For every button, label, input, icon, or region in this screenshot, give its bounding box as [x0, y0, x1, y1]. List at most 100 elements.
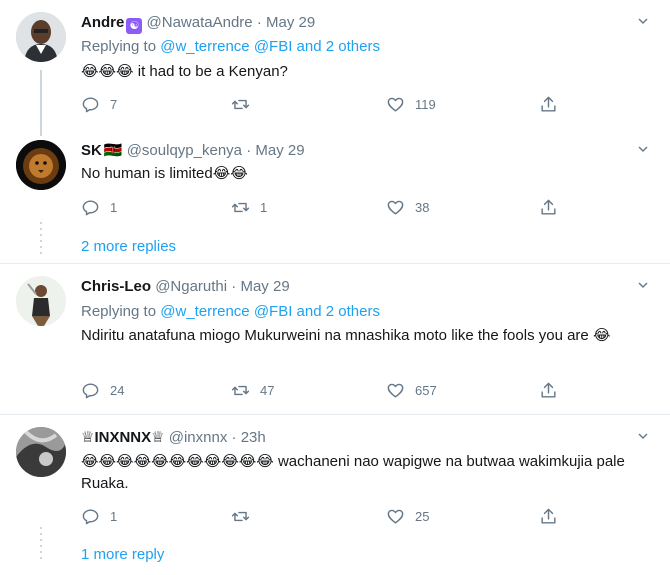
replying-targets-link[interactable]: @w_terrence @FBI and 2 others	[160, 38, 380, 55]
retweet-button[interactable]: 47	[231, 381, 274, 400]
tweet-body: No human is limited	[81, 165, 213, 182]
replying-targets-link[interactable]: @w_terrence @FBI and 2 others	[160, 303, 380, 320]
share-icon	[541, 199, 556, 215]
tweet[interactable]: SK 🇰🇪 @soulqyp_kenya · May 29 No human is…	[0, 128, 670, 262]
reply-icon	[82, 509, 99, 525]
reply-icon	[82, 200, 99, 216]
tweet-actions: 24 47 657	[81, 381, 561, 403]
share-button[interactable]	[539, 198, 568, 217]
show-more-replies-link[interactable]: 2 more replies	[81, 238, 176, 255]
like-count: 38	[415, 200, 430, 215]
tweet-body: Ndiritu anatafuna miogo Mukurweini na mn…	[81, 327, 593, 344]
timestamp[interactable]: May 29	[266, 14, 315, 31]
name-badge: 🇰🇪	[103, 142, 123, 159]
share-button[interactable]	[539, 95, 568, 114]
avatar[interactable]	[16, 427, 66, 477]
retweet-count: 47	[260, 383, 275, 398]
tweet[interactable]: Chris-Leo @Ngaruthi · May 29 Replying to…	[0, 264, 670, 416]
name-badge: ☯	[126, 18, 143, 34]
avatar-image	[16, 12, 66, 62]
avatar[interactable]	[16, 276, 66, 326]
reply-count: 1	[110, 200, 118, 215]
chevron-down-icon[interactable]	[638, 431, 648, 441]
display-name[interactable]: SK	[81, 142, 102, 159]
like-count: 119	[415, 97, 436, 112]
emoji-sequence: 😂😂😂	[81, 63, 134, 80]
reply-button[interactable]: 1	[81, 198, 117, 217]
chevron-down-icon[interactable]	[638, 144, 648, 154]
retweet-icon	[231, 385, 250, 396]
user-handle[interactable]: @NawataAndre	[147, 14, 253, 31]
tweet-text: 😂😂😂😂😂😂😂😂😂😂😂 wachaneni nao wapigwe na but…	[81, 451, 646, 495]
thread-dots	[40, 527, 42, 563]
avatar-image	[16, 276, 66, 326]
emoji-sequence: 😂😂😂😂😂😂😂😂😂😂😂	[81, 453, 274, 470]
retweet-icon	[231, 511, 250, 522]
tweet[interactable]: Andre ☯ @NawataAndre · May 29 Replying to…	[0, 0, 670, 128]
tweet-text: No human is limited😂😂	[81, 163, 646, 185]
heart-icon	[387, 200, 404, 215]
retweet-icon	[231, 99, 250, 110]
chevron-down-icon[interactable]	[638, 280, 648, 290]
like-button[interactable]: 119	[386, 95, 436, 114]
retweet-button[interactable]: 1	[231, 198, 267, 217]
show-more-replies-link[interactable]: 1 more reply	[81, 546, 164, 563]
tweet-header: Andre ☯ @NawataAndre · May 29	[81, 13, 315, 34]
emoji-sequence: 😂	[592, 327, 611, 344]
reply-button[interactable]: 24	[81, 381, 124, 400]
retweet-button[interactable]	[231, 507, 260, 526]
reply-count: 7	[110, 97, 118, 112]
user-handle[interactable]: @soulqyp_kenya	[127, 142, 242, 159]
tweet-actions: 7 119	[81, 95, 561, 117]
tweet-header: SK 🇰🇪 @soulqyp_kenya · May 29	[81, 141, 305, 161]
reply-icon	[82, 97, 99, 113]
share-button[interactable]	[539, 381, 568, 400]
like-button[interactable]: 38	[386, 198, 429, 217]
replying-to: Replying to @w_terrence @FBI and 2 other…	[81, 37, 380, 57]
like-count: 25	[415, 509, 430, 524]
heart-icon	[387, 383, 404, 398]
user-handle[interactable]: @Ngaruthi	[155, 278, 227, 295]
emoji-sequence: 😂😂	[212, 165, 248, 182]
retweet-button[interactable]	[231, 95, 260, 114]
display-name[interactable]: ♕INXNNX♕	[81, 429, 165, 446]
tweet-header: ♕INXNNX♕ @inxnnx · 23h	[81, 428, 266, 448]
separator-dot: ·	[231, 429, 237, 446]
display-name[interactable]: Chris-Leo	[81, 278, 151, 295]
user-handle[interactable]: @inxnnx	[169, 429, 228, 446]
display-name[interactable]: Andre	[81, 14, 124, 31]
replying-to: Replying to @w_terrence @FBI and 2 other…	[81, 302, 380, 322]
replying-label: Replying to	[81, 303, 157, 320]
tweet-text: 😂😂😂 it had to be a Kenyan?	[81, 61, 646, 83]
share-icon	[541, 96, 556, 112]
separator-dot: ·	[246, 142, 252, 159]
timestamp[interactable]: 23h	[241, 429, 266, 446]
timestamp[interactable]: May 29	[240, 278, 289, 295]
heart-icon	[387, 97, 404, 112]
reply-icon	[82, 383, 99, 399]
tweet-actions: 1 25	[81, 507, 561, 529]
avatar-image	[16, 427, 66, 477]
like-count: 657	[415, 383, 437, 398]
reply-count: 1	[110, 509, 118, 524]
tweet-text: Ndiritu anatafuna miogo Mukurweini na mn…	[81, 325, 646, 347]
tweet[interactable]: ♕INXNNX♕ @inxnnx · 23h 😂😂😂😂😂😂😂😂😂😂😂 wacha…	[0, 415, 670, 575]
like-button[interactable]: 25	[386, 507, 429, 526]
share-button[interactable]	[539, 507, 568, 526]
replying-label: Replying to	[81, 38, 157, 55]
share-icon	[541, 382, 556, 398]
separator-dot: ·	[256, 14, 262, 31]
avatar[interactable]	[16, 12, 66, 62]
tweet-body: it had to be a Kenyan?	[133, 63, 288, 80]
chevron-down-icon[interactable]	[638, 16, 648, 26]
timestamp[interactable]: May 29	[255, 142, 304, 159]
avatar[interactable]	[16, 140, 66, 190]
heart-icon	[387, 509, 404, 524]
reply-count: 24	[110, 383, 125, 398]
retweet-icon	[231, 202, 250, 213]
separator-dot: ·	[231, 278, 237, 295]
like-button[interactable]: 657	[386, 381, 437, 400]
tweet-header: Chris-Leo @Ngaruthi · May 29	[81, 277, 290, 297]
reply-button[interactable]: 7	[81, 95, 117, 114]
reply-button[interactable]: 1	[81, 507, 117, 526]
